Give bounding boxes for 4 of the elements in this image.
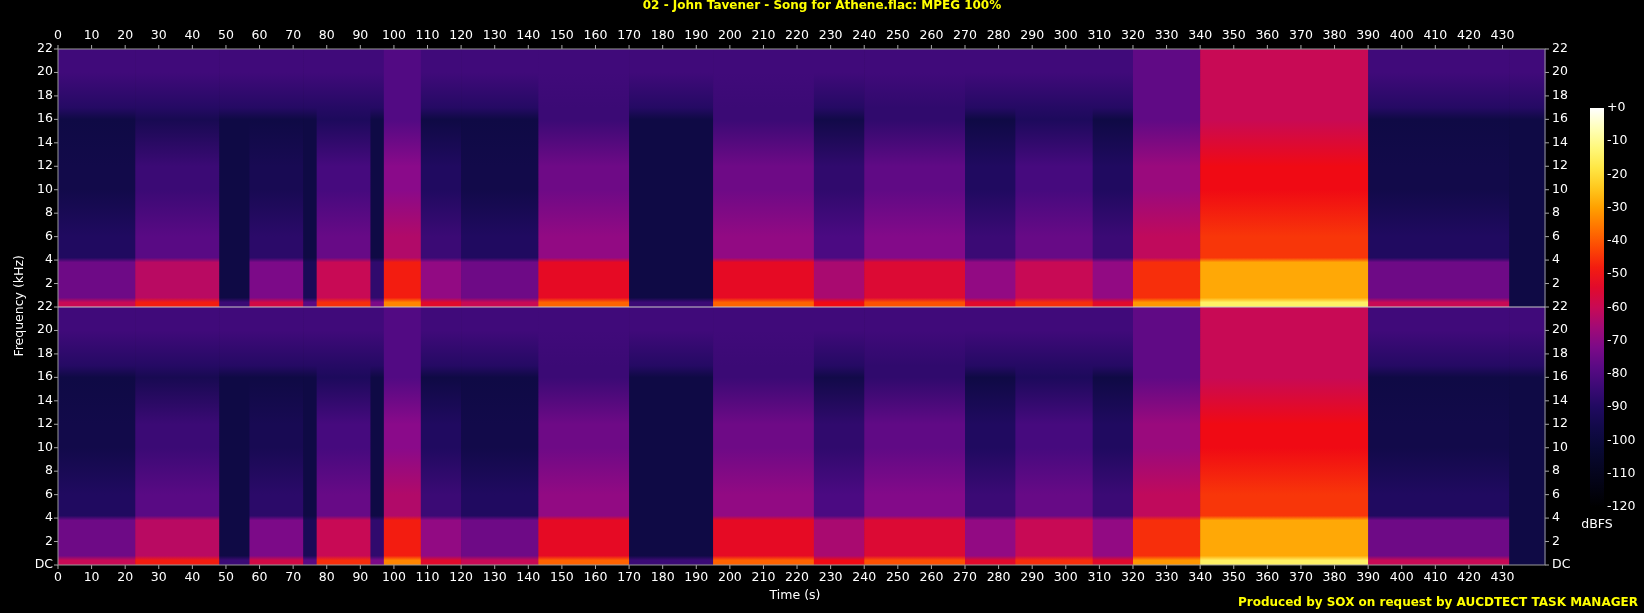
axis-label: Frequency (kHz)	[11, 255, 27, 357]
axis-label: Time (s)	[769, 587, 821, 603]
chart-title: 02 - John Tavener - Song for Athene.flac: MPEG 100%	[642, 0, 1002, 13]
credit-text: Produced by SOX on request by AUCDTECT TASK MANAGER	[1238, 595, 1638, 610]
